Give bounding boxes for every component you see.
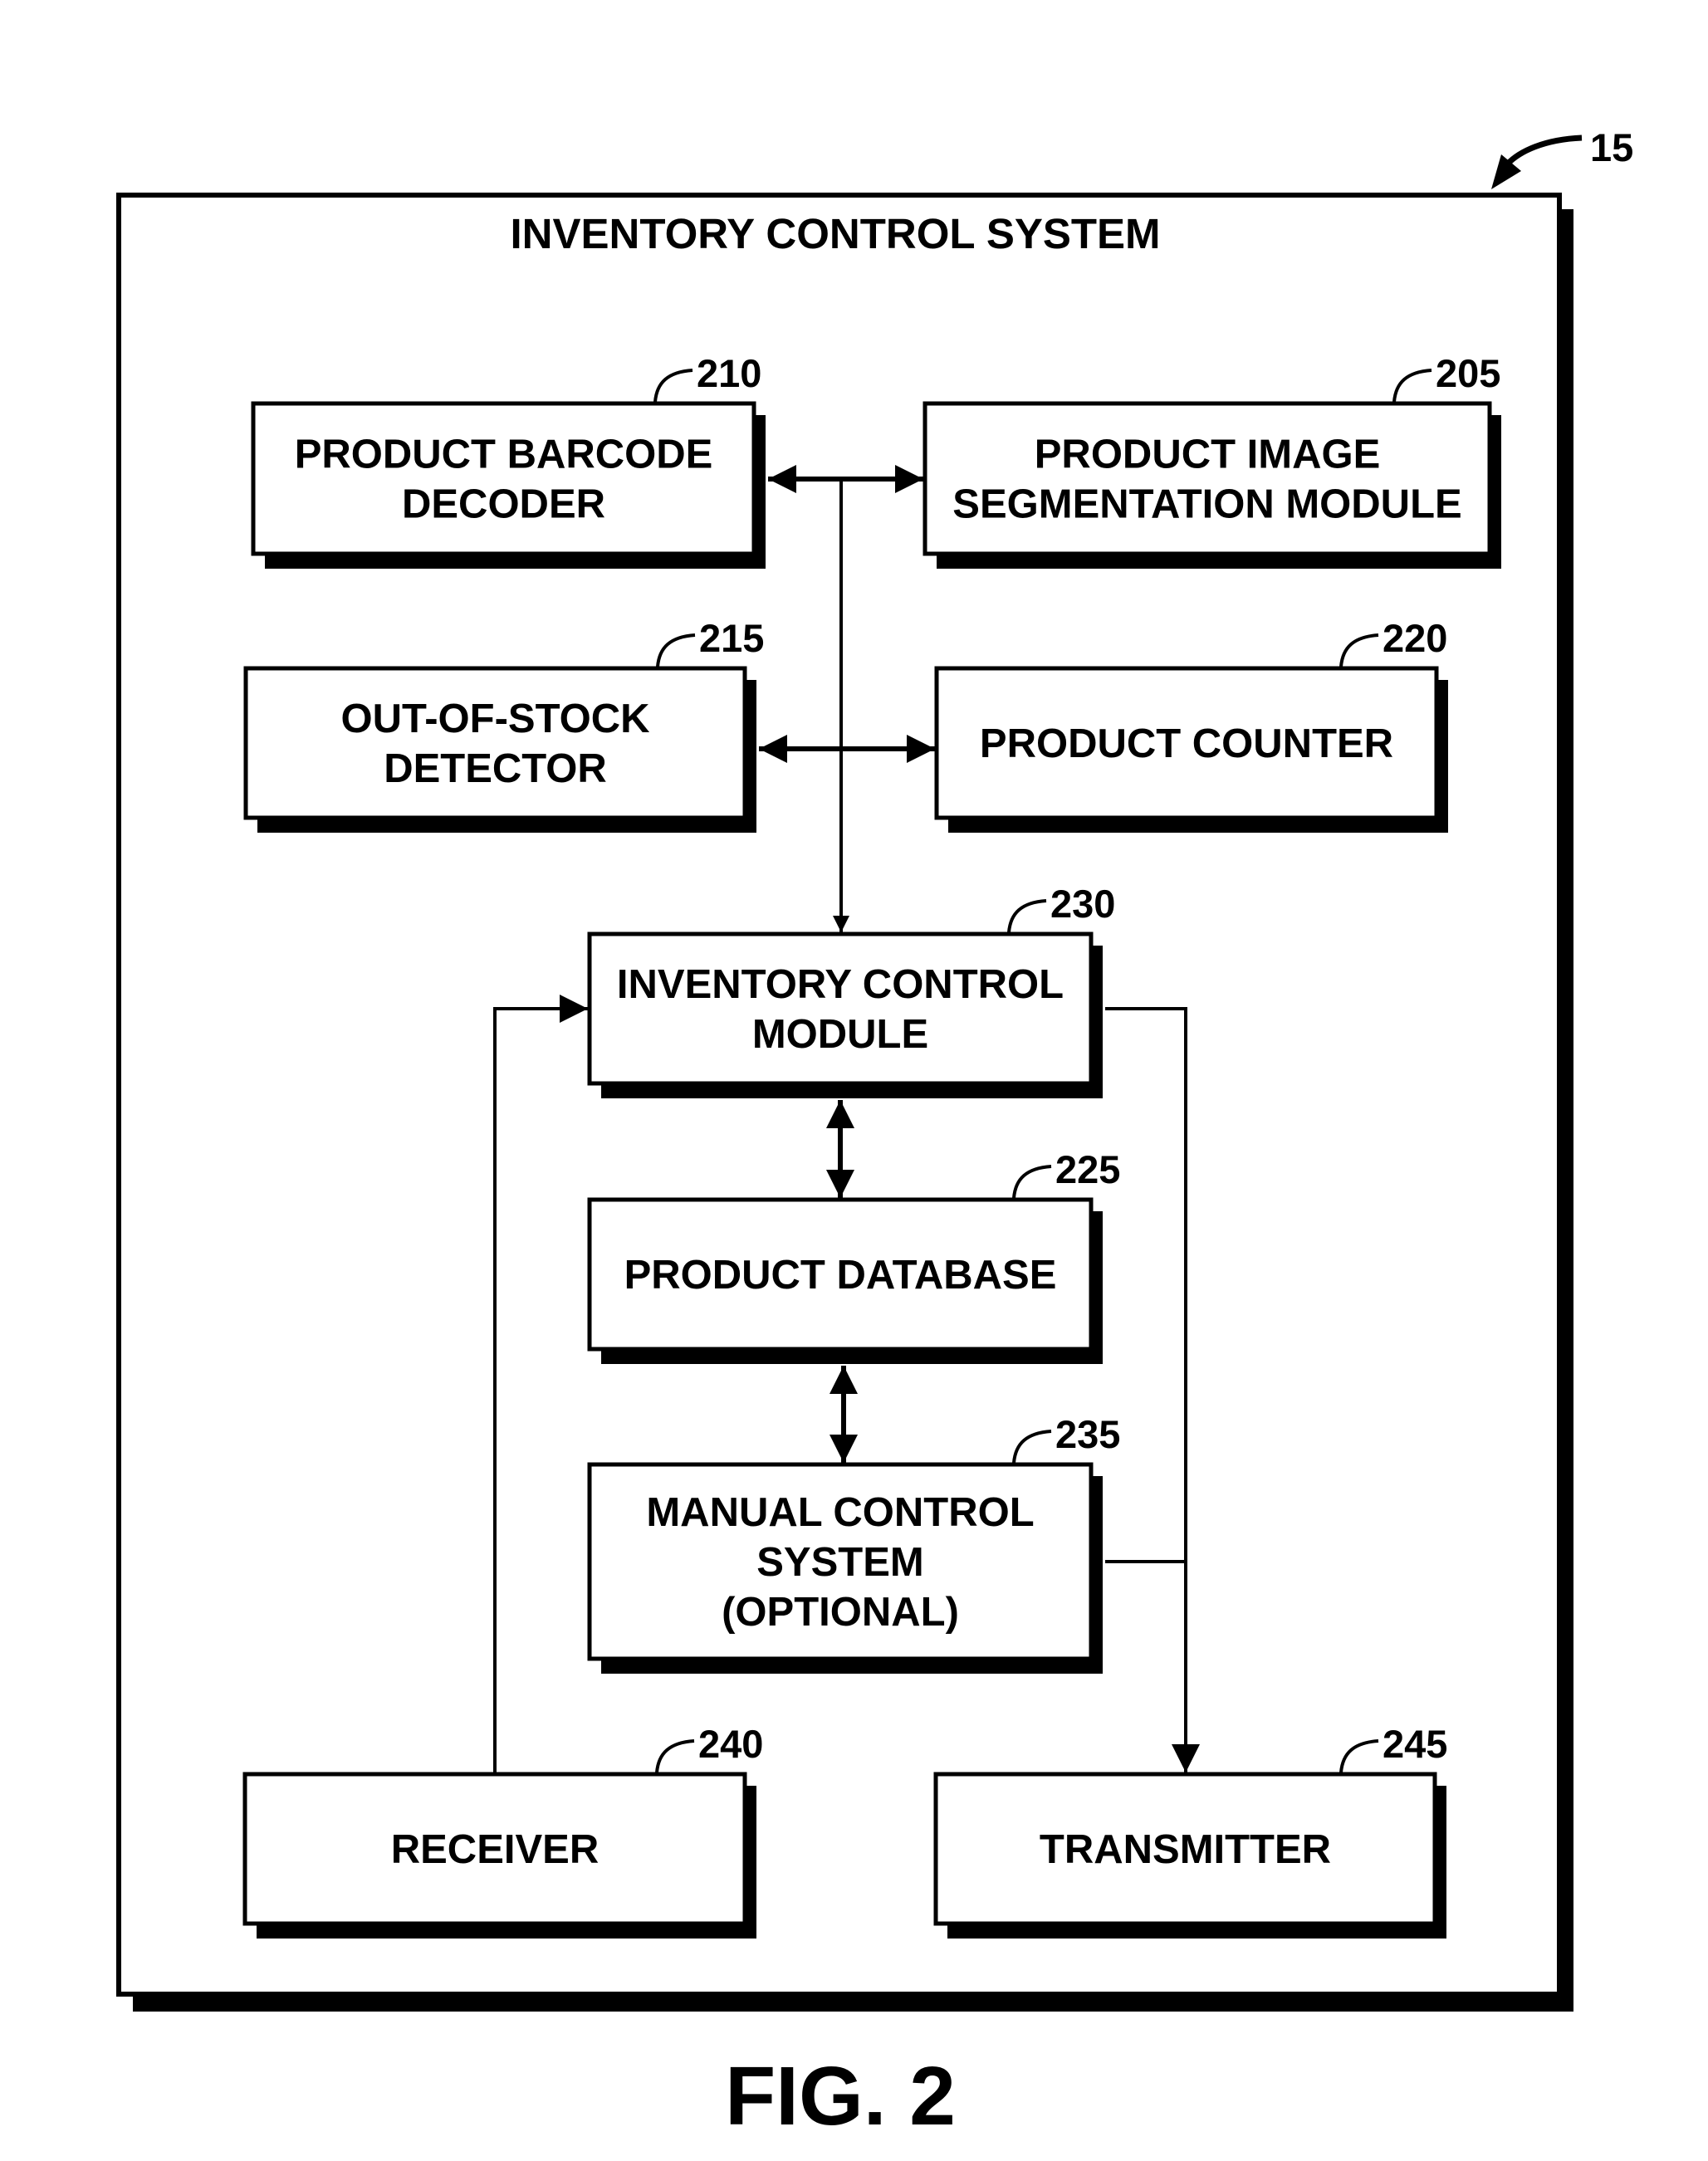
block-label-line: PRODUCT IMAGE [1035,433,1381,477]
reference-number-240: 240 [698,1722,763,1766]
block-label-line: (OPTIONAL) [722,1590,959,1635]
block-label-line: MODULE [752,1012,928,1057]
block-label-line: PRODUCT BARCODE [295,433,713,477]
block-label-line: OUT-OF-STOCK [340,697,649,741]
block-label-line: MANUAL CONTROL [646,1490,1034,1535]
reference-number-245: 245 [1383,1722,1447,1766]
block-label-line: SYSTEM [756,1540,923,1585]
figure-label: FIG. 2 [725,2050,956,2143]
block-label-line: RECEIVER [391,1827,600,1872]
reference-15-leader-arrow [1505,134,1583,167]
block-label-line: PRODUCT DATABASE [624,1253,1057,1298]
reference-number-210: 210 [697,351,761,395]
block-box [243,666,747,820]
block-label-line: PRODUCT COUNTER [980,721,1393,766]
reference-15: 15 [1590,125,1633,169]
block-box [923,401,1492,556]
block-box [251,401,756,556]
system-title: INVENTORY CONTROL SYSTEM [510,210,1160,257]
reference-number-230: 230 [1050,882,1115,926]
block-label-line: DECODER [402,482,605,527]
reference-number-225: 225 [1055,1147,1120,1191]
block-label-line: SEGMENTATION MODULE [952,482,1461,527]
block-label-line: TRANSMITTER [1040,1827,1331,1872]
block-label-line: INVENTORY CONTROL [617,962,1064,1007]
reference-number-235: 235 [1055,1412,1120,1456]
diagram-canvas: 15 INVENTORY CONTROL SYSTEM PRODUCT BARC… [116,125,1633,2143]
reference-number-215: 215 [699,616,764,660]
block-label-line: DETECTOR [384,746,607,791]
reference-number-220: 220 [1383,616,1447,660]
block-box [587,931,1094,1086]
reference-number-205: 205 [1436,351,1500,395]
